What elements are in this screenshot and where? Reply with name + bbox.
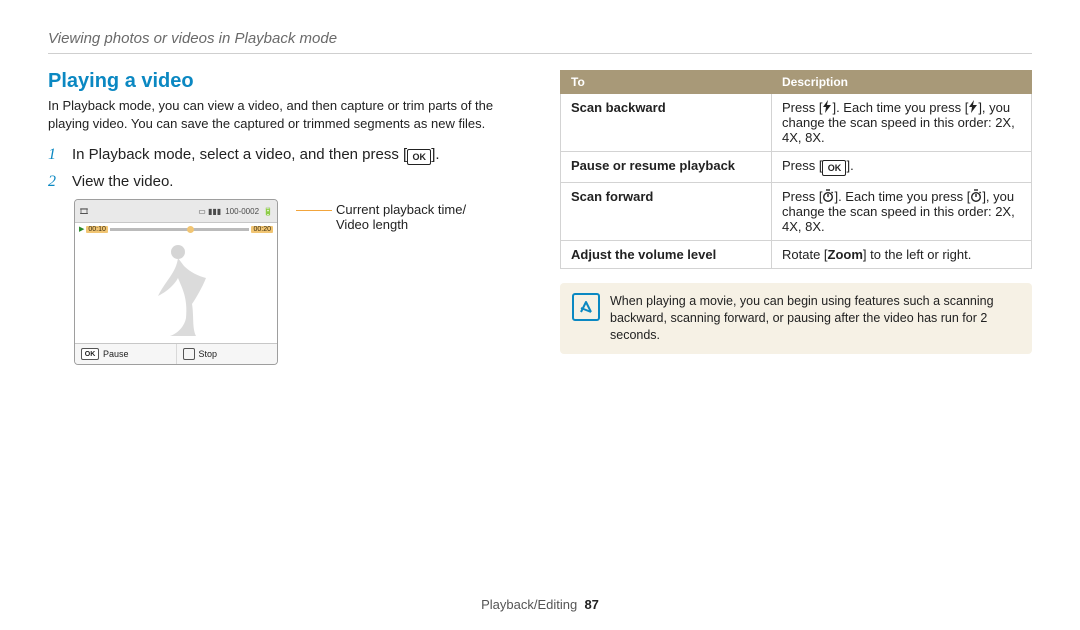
running-header: Viewing photos or videos in Playback mod… — [48, 30, 1032, 47]
note-text: When playing a movie, you can begin usin… — [610, 293, 1020, 344]
step-number: 1 — [48, 146, 62, 164]
table-row: Scan forwardPress []. Each time you pres… — [561, 183, 1032, 241]
table-header-to: To — [561, 71, 772, 94]
table-row: Adjust the volume levelRotate [Zoom] to … — [561, 241, 1032, 269]
table-cell-description: Press [OK]. — [772, 152, 1032, 183]
time-total: 00:20 — [251, 226, 273, 233]
timer-icon — [970, 189, 982, 204]
ok-icon: OK — [81, 348, 99, 360]
screenshot-progressbar: ▶ 00:10 00:20 — [79, 225, 273, 233]
table-cell-to: Scan forward — [561, 183, 772, 241]
video-screenshot: 🎞 ▭ ▮▮▮ 100-0002 🔋 ▶ 00:10 00:20 — [74, 199, 278, 365]
note-icon — [572, 293, 600, 321]
flash-icon — [968, 100, 978, 115]
callout-text: Current playback time/Video length — [336, 202, 466, 232]
intro-text: In Playback mode, you can view a video, … — [48, 97, 528, 132]
table-cell-to: Scan backward — [561, 94, 772, 152]
table-cell-description: Press []. Each time you press [], you ch… — [772, 94, 1032, 152]
screenshot-statusbar: 🎞 ▭ ▮▮▮ 100-0002 🔋 — [75, 200, 277, 223]
step-text: View the video. — [72, 173, 173, 190]
ok-icon: OK — [822, 160, 846, 176]
note-box: When playing a movie, you can begin usin… — [560, 283, 1032, 354]
table-row: Pause or resume playbackPress [OK]. — [561, 152, 1032, 183]
divider — [48, 53, 1032, 54]
table-cell-to: Pause or resume playback — [561, 152, 772, 183]
controls-table: To Description Scan backwardPress []. Ea… — [560, 70, 1032, 269]
table-cell-description: Rotate [Zoom] to the left or right. — [772, 241, 1032, 269]
table-header-description: Description — [772, 71, 1032, 94]
screenshot-stop-button: Stop — [177, 344, 278, 364]
step-item: 1 In Playback mode, select a video, and … — [48, 146, 528, 165]
stop-icon — [183, 348, 195, 360]
step-list: 1 In Playback mode, select a video, and … — [48, 146, 528, 191]
section-title: Playing a video — [48, 70, 528, 93]
table-cell-description: Press []. Each time you press [], you ch… — [772, 183, 1032, 241]
step-number: 2 — [48, 173, 62, 191]
ok-icon: OK — [407, 149, 431, 165]
flash-icon — [822, 100, 832, 115]
timer-icon — [822, 189, 834, 204]
table-cell-to: Adjust the volume level — [561, 241, 772, 269]
table-row: Scan backwardPress []. Each time you pre… — [561, 94, 1032, 152]
time-current: 00:10 — [86, 226, 108, 233]
screenshot-pause-button: OK Pause — [75, 344, 177, 364]
page-footer: Playback/Editing 87 — [0, 597, 1080, 612]
movie-icon: 🎞 — [79, 207, 89, 216]
step-item: 2 View the video. — [48, 173, 528, 191]
step-text: In Playback mode, select a video, and th… — [72, 146, 440, 165]
screenshot-content — [75, 234, 277, 342]
